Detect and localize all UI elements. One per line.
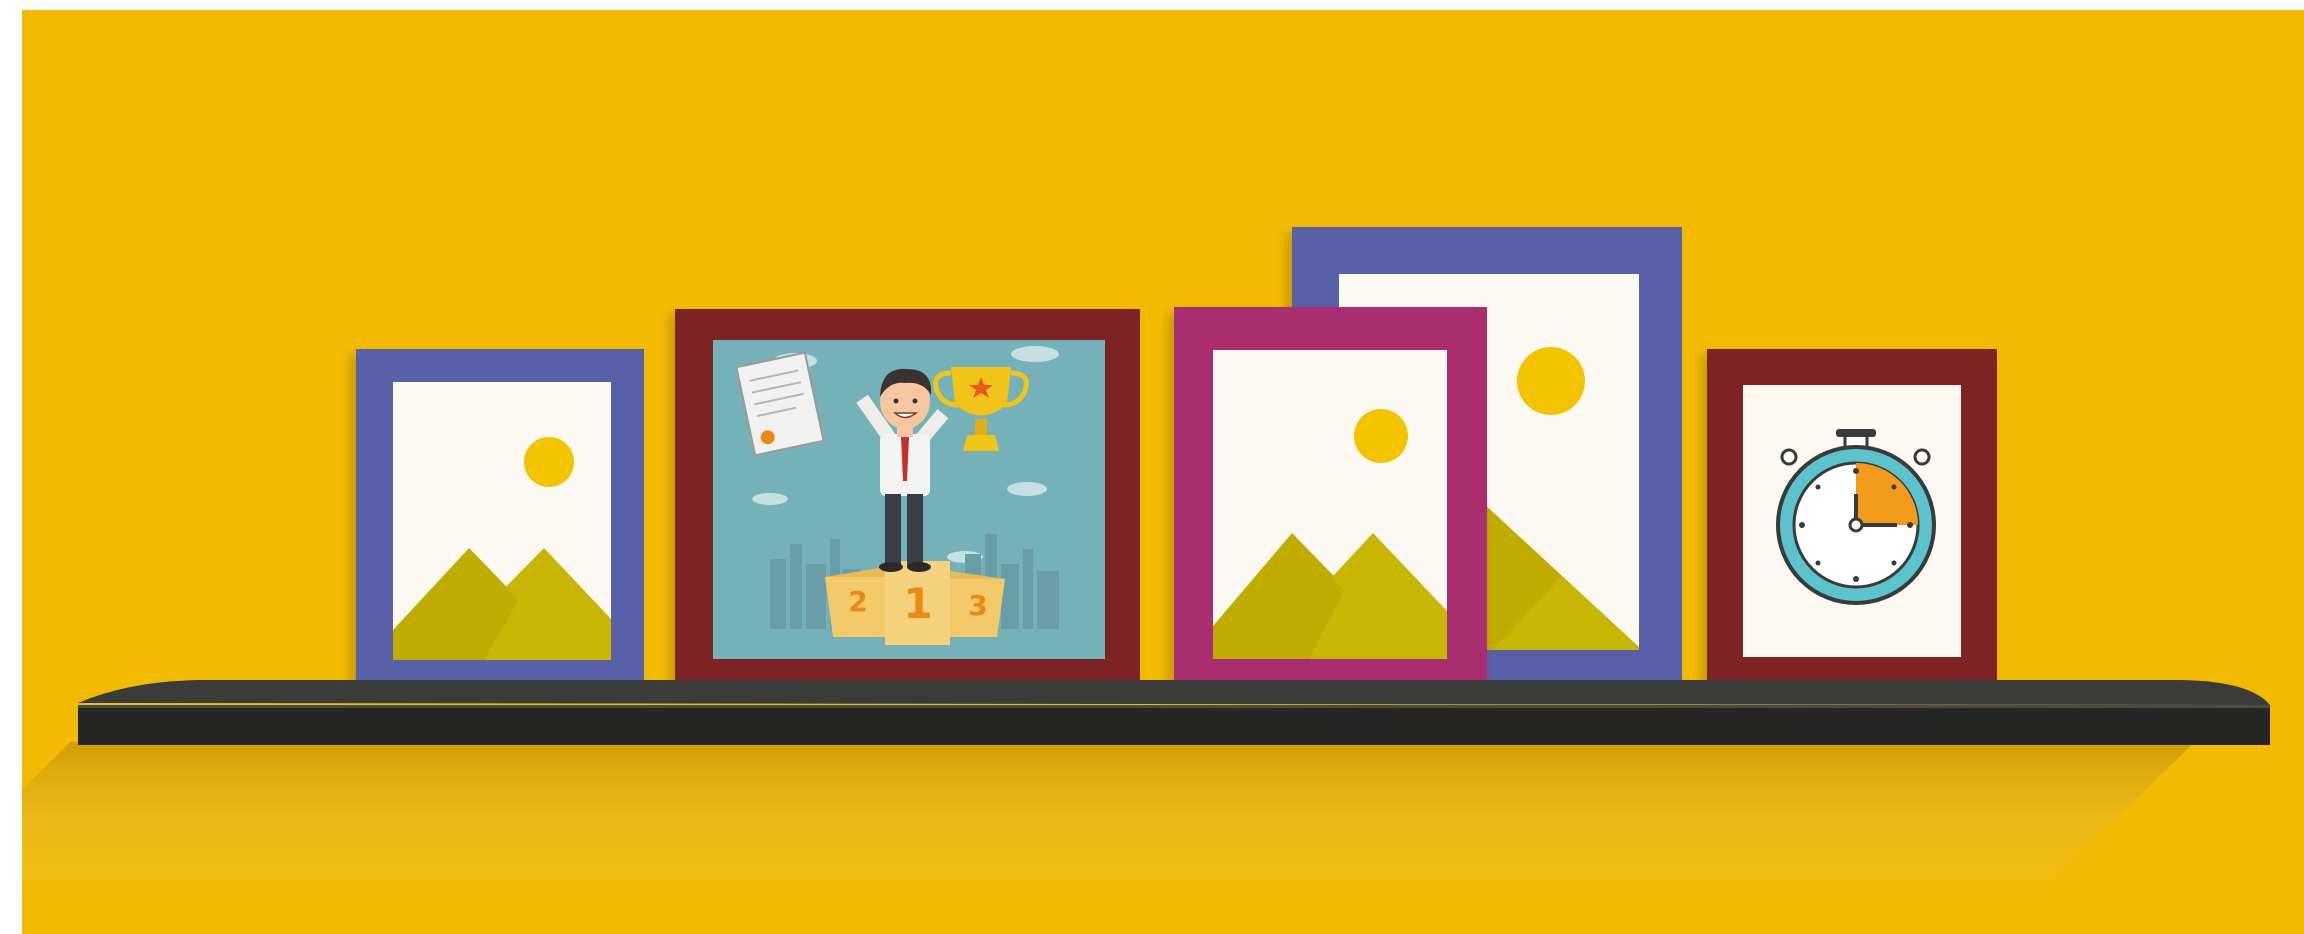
podium-second-label: 2 <box>848 585 868 618</box>
landscape-picture <box>393 382 611 660</box>
winner-illustration <box>713 340 1105 659</box>
sun-icon <box>524 437 574 487</box>
stopwatch-picture <box>1743 385 1961 657</box>
frame-winner: 2 1 3 <box>675 309 1140 691</box>
frame-blue-small <box>356 349 644 691</box>
podium-first-label: 1 <box>903 579 933 628</box>
shelf-scene: 2 1 3 <box>0 0 2304 934</box>
landscape-picture <box>1213 350 1447 659</box>
frame-magenta <box>1174 307 1487 691</box>
podium-third-label: 3 <box>968 589 988 622</box>
frame-stopwatch <box>1707 349 1997 691</box>
sun-icon <box>1354 409 1408 463</box>
sun-icon <box>1517 347 1585 415</box>
